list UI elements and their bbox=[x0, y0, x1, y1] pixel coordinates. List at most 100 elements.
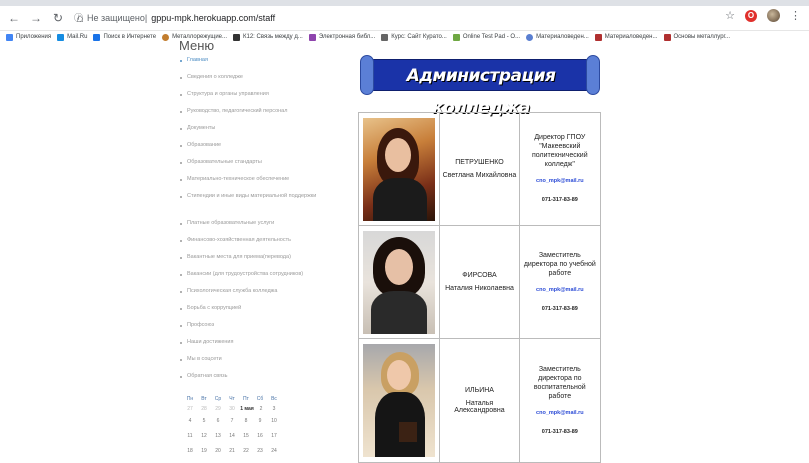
materials-icon bbox=[526, 33, 534, 41]
calendar-day[interactable]: 28 bbox=[197, 404, 211, 414]
calendar-day[interactable]: 17 bbox=[267, 431, 281, 441]
calendar-day[interactable]: 18 bbox=[183, 446, 197, 456]
name-cell: ИЛЬИНА Наталья Александровна bbox=[440, 339, 520, 462]
calendar-day[interactable]: 4 bbox=[183, 416, 197, 426]
staff-phone: 071-317-83-89 bbox=[541, 305, 578, 312]
calendar-day[interactable]: 24 bbox=[267, 446, 281, 456]
calendar-day[interactable]: 20 bbox=[211, 446, 225, 456]
calendar-day[interactable]: 16 bbox=[253, 431, 267, 441]
name-cell: ФИРСОВА Наталия Николаевна bbox=[440, 226, 520, 338]
calendar-day[interactable]: 30 bbox=[225, 404, 239, 414]
sidebar-item-psychology[interactable]: Психологическая служба колледжа bbox=[180, 288, 350, 305]
calendar-day[interactable]: 11 bbox=[183, 431, 197, 441]
forward-icon[interactable]: → bbox=[28, 10, 44, 26]
sidebar-menu: Главная Сведения о колледже Структура и … bbox=[180, 57, 350, 390]
bookmark-apps[interactable]: Приложения bbox=[6, 33, 51, 41]
calendar-day[interactable]: 12 bbox=[197, 431, 211, 441]
bookmark-mailru[interactable]: Mail.Ru bbox=[57, 33, 87, 41]
sidebar-item-home[interactable]: Главная bbox=[180, 57, 350, 74]
bookmark-materials-1[interactable]: Материаловеден... bbox=[526, 33, 589, 41]
scroll-roll-left bbox=[360, 55, 374, 95]
calendar-day[interactable]: 29 bbox=[211, 404, 225, 414]
sidebar-item-vacancies[interactable]: Вакансии (для трудоустройства сотруднико… bbox=[180, 271, 350, 288]
post-cell: Заместитель директора по учебной работе … bbox=[520, 226, 600, 338]
sidebar-item-union[interactable]: Профсоюз bbox=[180, 322, 350, 339]
staff-given-names: Светлана Михайловна bbox=[442, 172, 517, 179]
sidebar-item-structure[interactable]: Структура и органы управления bbox=[180, 91, 350, 108]
staff-email[interactable]: cno_mpk@mail.ru bbox=[536, 177, 584, 186]
sidebar-item-equipment[interactable]: Материально-техническое обеспечение bbox=[180, 176, 350, 193]
photo-cell bbox=[359, 113, 441, 225]
bookmark-star-icon[interactable]: ☆ bbox=[725, 9, 735, 22]
post-cell: Директор ГПОУ "Макеевский политехнически… bbox=[520, 113, 600, 225]
sidebar-item-social[interactable]: Мы в соцсети bbox=[180, 356, 350, 373]
sidebar-item-achievements[interactable]: Наши достижения bbox=[180, 339, 350, 356]
site-icon bbox=[162, 33, 170, 41]
staff-email[interactable]: cno_mpk@mail.ru bbox=[536, 286, 584, 295]
sidebar-item-finance[interactable]: Финансово-хозяйственная деятельность bbox=[180, 237, 350, 254]
staff-photo bbox=[363, 230, 436, 334]
extension-icon[interactable]: O bbox=[745, 9, 757, 22]
staff-photo bbox=[363, 344, 436, 457]
staff-surname: ИЛЬИНА bbox=[464, 387, 494, 394]
table-row: ПЕТРУШЕНКО Светлана Михайловна Директор … bbox=[359, 113, 600, 226]
calendar-weekdays: Пн Вт Ср Чт Пт Сб Вс bbox=[186, 396, 277, 402]
calendar-day[interactable]: 5 bbox=[197, 416, 211, 426]
sidebar-item-education[interactable]: Образование bbox=[180, 142, 350, 159]
calendar-day[interactable]: 22 bbox=[239, 446, 253, 456]
testpad-icon bbox=[452, 33, 460, 41]
reload-icon[interactable]: ↻ bbox=[50, 10, 66, 26]
bookmark-metallurgy[interactable]: Основы металлург... bbox=[663, 33, 730, 41]
staff-position: Заместитель директора по воспитательной … bbox=[533, 365, 586, 400]
menu-icon[interactable]: ⋮ bbox=[790, 9, 801, 22]
separator: | bbox=[144, 12, 148, 23]
bookmark-search[interactable]: Поиск в Интернете bbox=[93, 33, 156, 41]
staff-surname: ПЕТРУШЕНКО bbox=[455, 159, 504, 166]
staff-phone: 071-317-83-89 bbox=[541, 197, 578, 203]
bookmark-k12[interactable]: К12: Связь между д... bbox=[233, 33, 303, 41]
calendar-day[interactable]: 2 bbox=[255, 404, 267, 414]
info-icon[interactable]: ⓘ bbox=[74, 11, 83, 24]
sidebar-item-standards[interactable]: Образовательные стандарты bbox=[180, 159, 350, 176]
address-bar[interactable]: ⓘ Не защищено | gppu-mpk.herokuapp.com/s… bbox=[74, 9, 774, 26]
calendar-day[interactable]: 10 bbox=[267, 416, 281, 426]
staff-surname: ФИРСОВА bbox=[462, 272, 497, 279]
bookmark-library[interactable]: Электронная библ... bbox=[308, 33, 375, 41]
calendar-day[interactable]: 27 bbox=[183, 404, 197, 414]
calendar-day[interactable]: 6 bbox=[211, 416, 225, 426]
staff-phone: 071-317-83-89 bbox=[541, 428, 578, 435]
staff-email[interactable]: cno_mpk@mail.ru bbox=[536, 409, 584, 418]
sidebar-item-documents[interactable]: Документы bbox=[180, 125, 350, 142]
calendar-day[interactable]: 3 bbox=[267, 404, 281, 414]
calendar-week: 11 12 13 14 15 16 17 bbox=[183, 431, 287, 446]
calendar-day[interactable]: 1 мая bbox=[239, 404, 255, 414]
banner-title: Администрация колледжа bbox=[406, 66, 556, 118]
url-text: gppu-mpk.herokuapp.com/staff bbox=[151, 12, 276, 23]
bookmark-course[interactable]: Курс: Сайт Курато... bbox=[381, 33, 447, 41]
bookmark-materials-2[interactable]: Материаловеден... bbox=[594, 33, 658, 41]
sidebar-item-staff[interactable]: Руководство, педагогический персонал bbox=[180, 108, 350, 125]
calendar-day[interactable]: 21 bbox=[225, 446, 239, 456]
sidebar-item-feedback[interactable]: Обратная связь bbox=[180, 373, 350, 390]
calendar-day[interactable]: 23 bbox=[253, 446, 267, 456]
calendar-day[interactable]: 14 bbox=[225, 431, 239, 441]
calendar-day[interactable]: 9 bbox=[253, 416, 267, 426]
name-cell: ПЕТРУШЕНКО Светлана Михайловна bbox=[440, 113, 520, 225]
calendar-day[interactable]: 13 bbox=[211, 431, 225, 441]
staff-position: Заместитель директора по учебной работе bbox=[523, 251, 596, 277]
calendar-day[interactable]: 15 bbox=[239, 431, 253, 441]
calendar-day[interactable]: 7 bbox=[225, 416, 239, 426]
profile-avatar[interactable] bbox=[767, 9, 780, 22]
calendar-day[interactable]: 8 bbox=[239, 416, 253, 426]
sidebar-item-vacant-places[interactable]: Вакантные места для приема(перевода) bbox=[180, 254, 350, 271]
sidebar-item-paid-services[interactable]: Платные образовательные услуги bbox=[180, 220, 350, 237]
bookmarks-bar: Приложения Mail.Ru Поиск в Интернете Мет… bbox=[0, 31, 809, 43]
mailru-icon bbox=[57, 33, 65, 41]
sidebar-item-scholarships[interactable]: Стипендии и иные виды материальной подде… bbox=[180, 193, 350, 220]
photo-body bbox=[371, 290, 428, 334]
calendar-day[interactable]: 19 bbox=[197, 446, 211, 456]
sidebar-item-about[interactable]: Сведения о колледже bbox=[180, 74, 350, 91]
back-icon[interactable]: ← bbox=[6, 10, 22, 26]
sidebar-item-anticorruption[interactable]: Борьба с коррупцией bbox=[180, 305, 350, 322]
bookmark-testpad[interactable]: Online Test Pad - О... bbox=[452, 33, 520, 41]
